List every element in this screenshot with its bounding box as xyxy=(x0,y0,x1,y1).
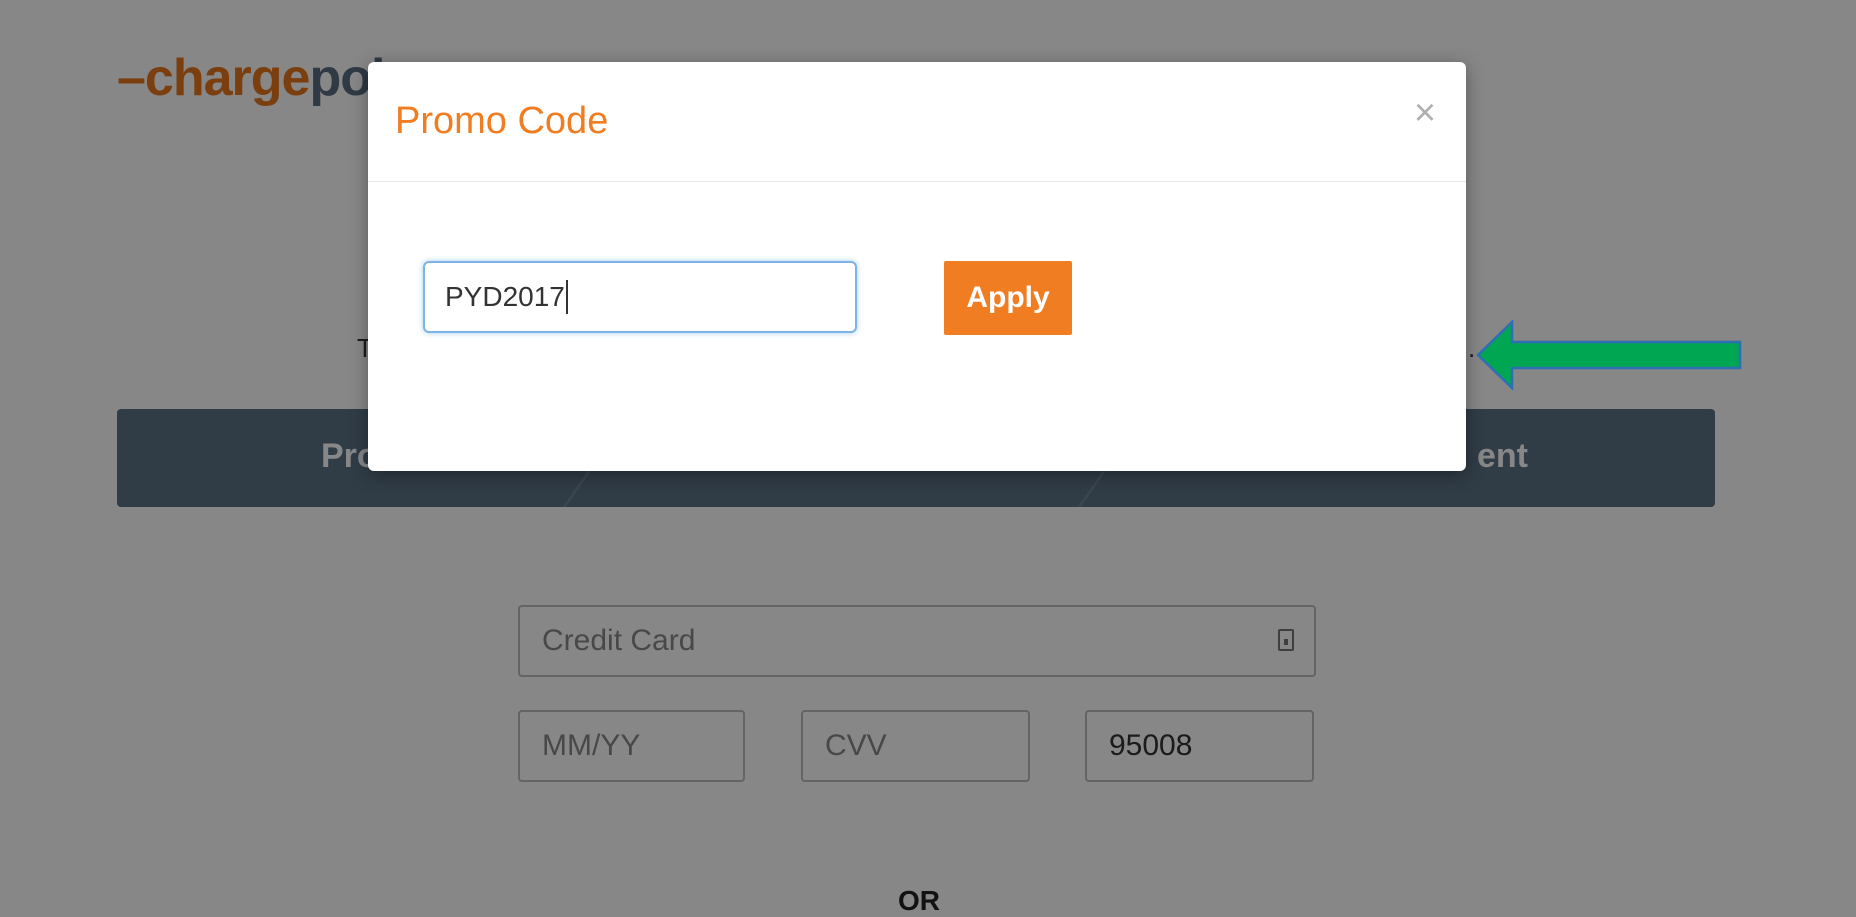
modal-header: Promo Code × xyxy=(368,62,1466,182)
modal-title: Promo Code xyxy=(395,100,609,142)
promo-code-input[interactable] xyxy=(423,261,857,333)
arrow-left-icon xyxy=(1476,320,1742,390)
text-caret xyxy=(566,280,568,314)
promo-code-modal: Promo Code × Apply xyxy=(368,62,1742,471)
arrow-shape xyxy=(1476,320,1742,390)
close-icon[interactable]: × xyxy=(1410,94,1440,132)
apply-button[interactable]: Apply xyxy=(944,261,1072,335)
